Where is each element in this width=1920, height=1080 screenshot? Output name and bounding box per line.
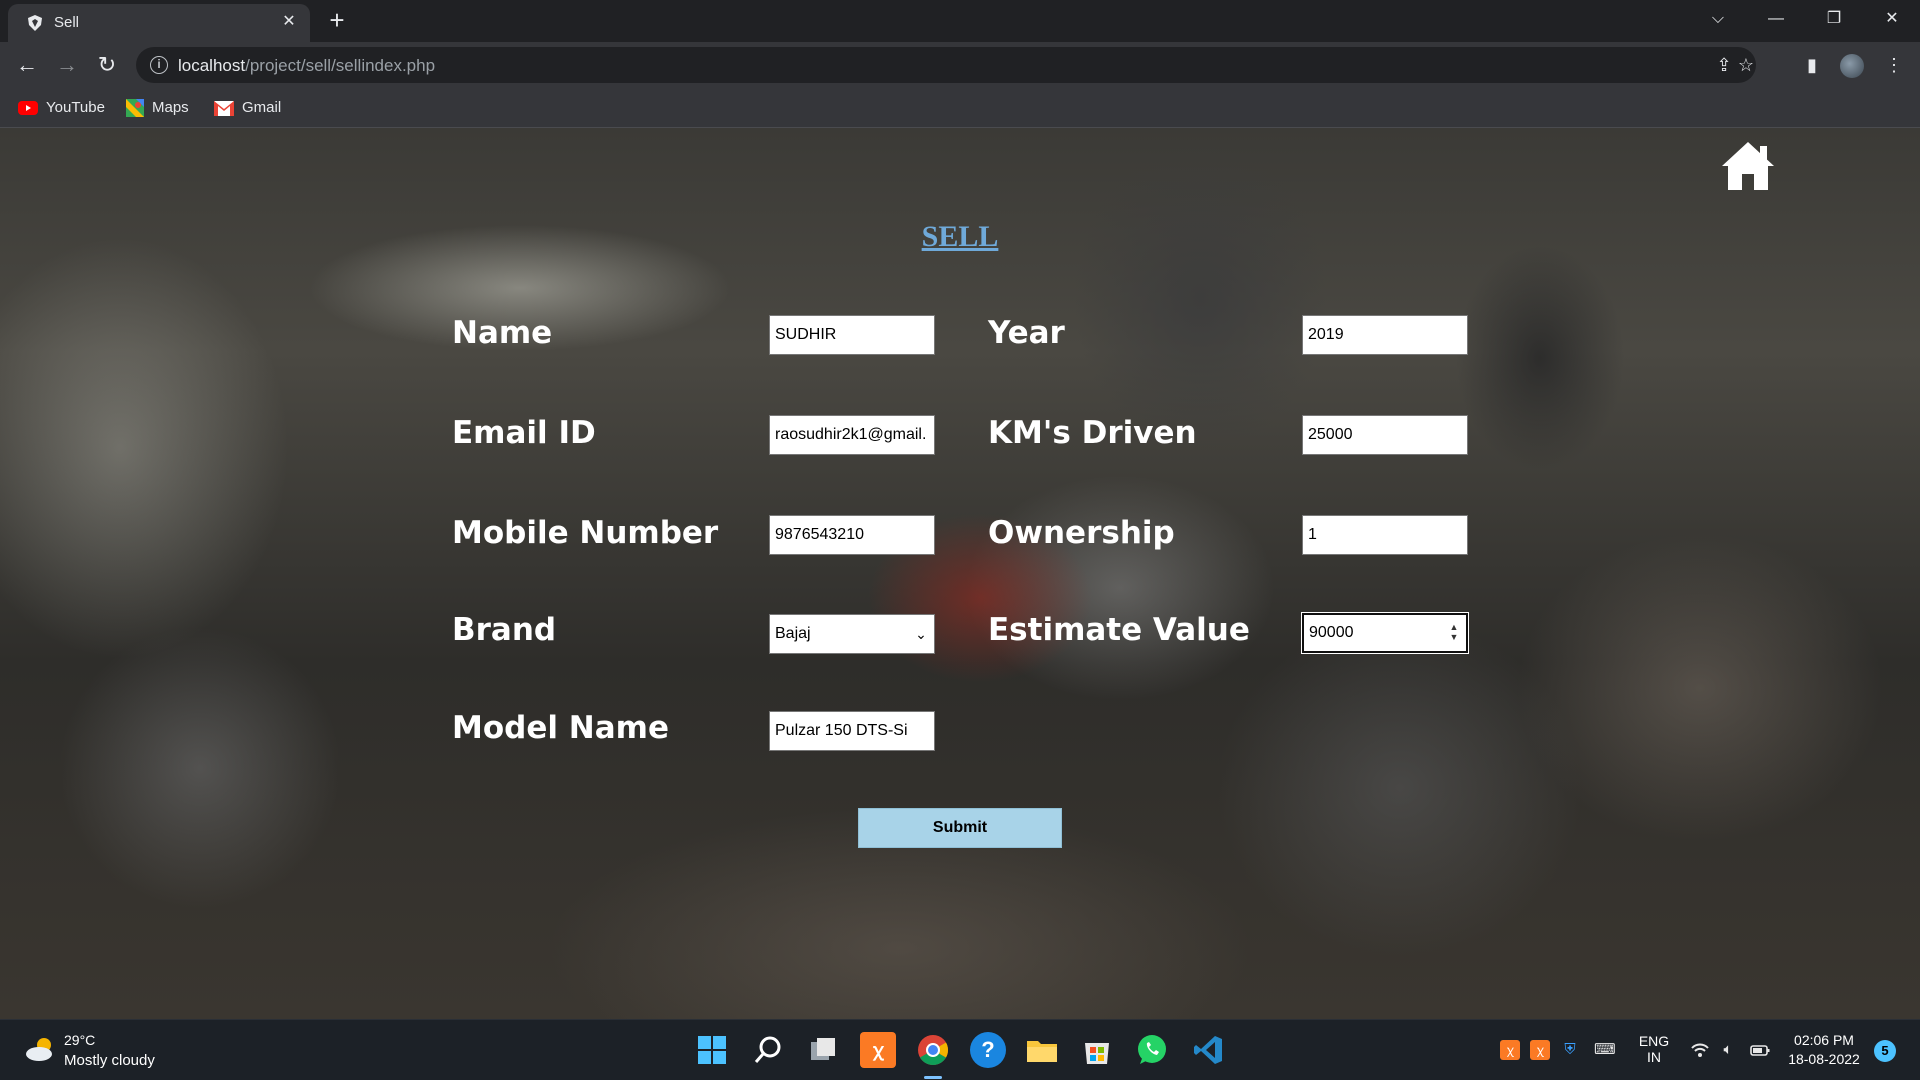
clock[interactable]: 02:06 PM 18-08-2022 <box>1782 1032 1866 1067</box>
maps-icon <box>126 99 144 118</box>
whatsapp-icon[interactable] <box>1134 1032 1170 1068</box>
window-close-icon[interactable]: ✕ <box>1874 4 1910 34</box>
reload-icon[interactable]: ↻ <box>91 49 123 81</box>
chrome-icon[interactable] <box>915 1032 951 1068</box>
tab-title: Sell <box>54 14 80 31</box>
security-shield-icon[interactable]: ⛨ <box>1560 1040 1580 1060</box>
km-driven-input[interactable] <box>1302 415 1468 455</box>
tab-sell[interactable]: Sell ✕ <box>8 4 310 42</box>
bookmark-star-icon[interactable]: ☆ <box>1734 53 1758 77</box>
brand-select[interactable]: Bajaj <box>769 614 935 654</box>
battery-icon[interactable] <box>1750 1040 1770 1060</box>
task-view-icon[interactable] <box>805 1032 841 1068</box>
home-icon[interactable] <box>1718 138 1778 194</box>
mobile-input[interactable] <box>769 515 935 555</box>
gmail-icon <box>214 100 234 116</box>
km-driven-label: KM's Driven <box>988 415 1197 451</box>
email-label: Email ID <box>452 415 596 451</box>
estimate-value-label: Estimate Value <box>988 612 1250 648</box>
restore-icon[interactable]: ❐ <box>1816 4 1852 34</box>
minimize-icon[interactable]: — <box>1758 4 1794 34</box>
xampp-icon[interactable]: ꭓ <box>860 1032 896 1068</box>
year-label: Year <box>988 315 1065 351</box>
year-input[interactable] <box>1302 315 1468 355</box>
estimate-value-input[interactable] <box>1302 613 1468 653</box>
keyboard-icon[interactable]: ⌨ <box>1594 1040 1616 1060</box>
bookmark-youtube[interactable]: YouTube <box>18 96 105 120</box>
ownership-label: Ownership <box>988 515 1175 551</box>
page-title-sell[interactable]: SELL <box>0 220 1920 254</box>
chrome-active-indicator <box>924 1076 942 1079</box>
bookmark-maps[interactable]: Maps <box>126 96 189 120</box>
page-viewport: SELL Name Email ID Mobile Number Brand B… <box>0 128 1920 1019</box>
address-bar[interactable]: i localhost/project/sell/sellindex.php ⇪… <box>136 47 1756 83</box>
youtube-icon <box>18 101 38 116</box>
volume-icon[interactable]: 🔈︎ <box>1718 1040 1738 1060</box>
weather-temperature[interactable]: 29°C <box>64 1032 95 1048</box>
number-spinner-icon[interactable]: ▲ ▼ <box>1447 622 1461 644</box>
notification-count-badge[interactable]: 5 <box>1874 1040 1896 1062</box>
wifi-icon[interactable] <box>1690 1040 1710 1060</box>
site-favicon-icon <box>28 15 42 31</box>
tab-close-icon[interactable]: ✕ <box>278 11 300 33</box>
windows-start-icon[interactable] <box>694 1032 730 1068</box>
email-input[interactable] <box>769 415 935 455</box>
share-icon[interactable]: ⇪ <box>1712 53 1736 77</box>
new-tab-button[interactable]: + <box>324 7 350 34</box>
file-explorer-icon[interactable] <box>1024 1032 1060 1068</box>
side-panel-icon[interactable]: ▮ <box>1796 49 1828 81</box>
submit-button[interactable]: Submit <box>858 808 1062 848</box>
browser-toolbar: ← → ↻ i localhost/project/sell/sellindex… <box>0 42 1920 88</box>
tab-search-chevron-icon[interactable]: ⌵ <box>1700 4 1736 34</box>
back-arrow-icon[interactable]: ← <box>11 49 43 81</box>
model-label: Model Name <box>452 710 669 746</box>
xampp-tray-icon[interactable]: ꭓ <box>1500 1040 1520 1060</box>
site-info-icon[interactable]: i <box>150 56 168 74</box>
microsoft-store-icon[interactable] <box>1079 1032 1115 1068</box>
weather-description[interactable]: Mostly cloudy <box>64 1052 155 1069</box>
model-input[interactable] <box>769 711 935 751</box>
forward-arrow-icon[interactable]: → <box>51 49 83 81</box>
bookmarks-bar: YouTube Maps Gmail <box>0 88 1920 128</box>
profile-avatar[interactable] <box>1840 54 1864 78</box>
url-text[interactable]: localhost/project/sell/sellindex.php <box>178 56 435 76</box>
brand-selected-value: Bajaj <box>775 625 811 642</box>
browser-tab-strip: Sell ✕ + ⌵ — ❐ ✕ <box>0 0 1920 42</box>
brand-label: Brand <box>452 612 557 648</box>
cloudy-weather-icon[interactable] <box>24 1036 58 1062</box>
vscode-icon[interactable] <box>1190 1032 1226 1068</box>
bookmark-gmail[interactable]: Gmail <box>214 96 281 120</box>
search-icon[interactable] <box>750 1032 786 1068</box>
language-indicator[interactable]: ENG IN <box>1636 1033 1672 1065</box>
mobile-label: Mobile Number <box>452 515 719 551</box>
help-icon[interactable]: ? <box>970 1032 1006 1068</box>
name-label: Name <box>452 315 553 351</box>
xampp-control-tray-icon[interactable]: ꭓ <box>1530 1040 1550 1060</box>
ownership-input[interactable] <box>1302 515 1468 555</box>
menu-kebab-icon[interactable]: ⋮ <box>1878 49 1910 81</box>
windows-taskbar: 29°C Mostly cloudy ꭓ ? ꭓ ꭓ ⛨ ⌨ ENG IN 🔈︎… <box>0 1019 1920 1080</box>
name-input[interactable] <box>769 315 935 355</box>
